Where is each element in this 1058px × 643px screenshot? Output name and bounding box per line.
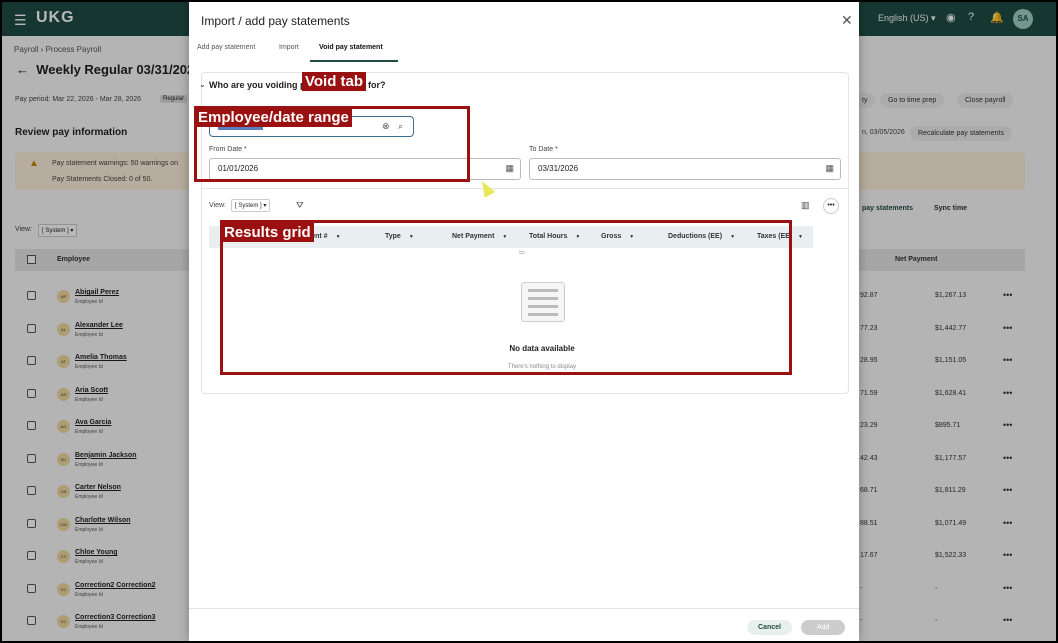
filter-icon[interactable]: ⛛ xyxy=(296,200,304,211)
view-label: View: xyxy=(209,202,226,209)
modal-title: Import / add pay statements xyxy=(201,14,350,28)
annotation-employee-date-range-label: Employee/date range xyxy=(195,108,352,127)
screen: ☰ UKG English (US) ▾ ◉ ? 🔔 SA Payroll › … xyxy=(2,2,1056,641)
view-select[interactable]: [ System ] ▾ xyxy=(231,199,271,212)
annotation-results-grid xyxy=(220,220,792,375)
active-tab-indicator xyxy=(310,60,398,62)
to-date-value: 03/31/2026 xyxy=(538,164,579,173)
columns-icon[interactable]: ▥ xyxy=(801,200,810,211)
annotation-void-tab-label: Void tab xyxy=(302,72,367,91)
to-date-input[interactable]: 03/31/2026 ▦ xyxy=(529,158,841,180)
cancel-button[interactable]: Cancel xyxy=(747,620,792,635)
calendar-icon[interactable]: ▦ xyxy=(505,163,514,174)
footer-divider xyxy=(189,608,859,609)
add-button[interactable]: Add xyxy=(801,620,846,635)
tab-add-pay-statement[interactable]: Add pay statement xyxy=(197,44,255,51)
more-icon[interactable]: ••• xyxy=(823,198,839,214)
close-icon[interactable]: ✕ xyxy=(841,12,853,29)
annotation-results-grid-label: Results grid xyxy=(221,223,314,242)
chevron-down-icon[interactable]: ⌄ xyxy=(199,80,206,89)
divider xyxy=(201,188,849,189)
tab-void-pay-statement[interactable]: Void pay statement xyxy=(319,44,383,51)
tab-import[interactable]: Import xyxy=(279,44,299,51)
calendar-icon[interactable]: ▦ xyxy=(825,163,834,174)
to-date-label: To Date * xyxy=(529,146,558,153)
